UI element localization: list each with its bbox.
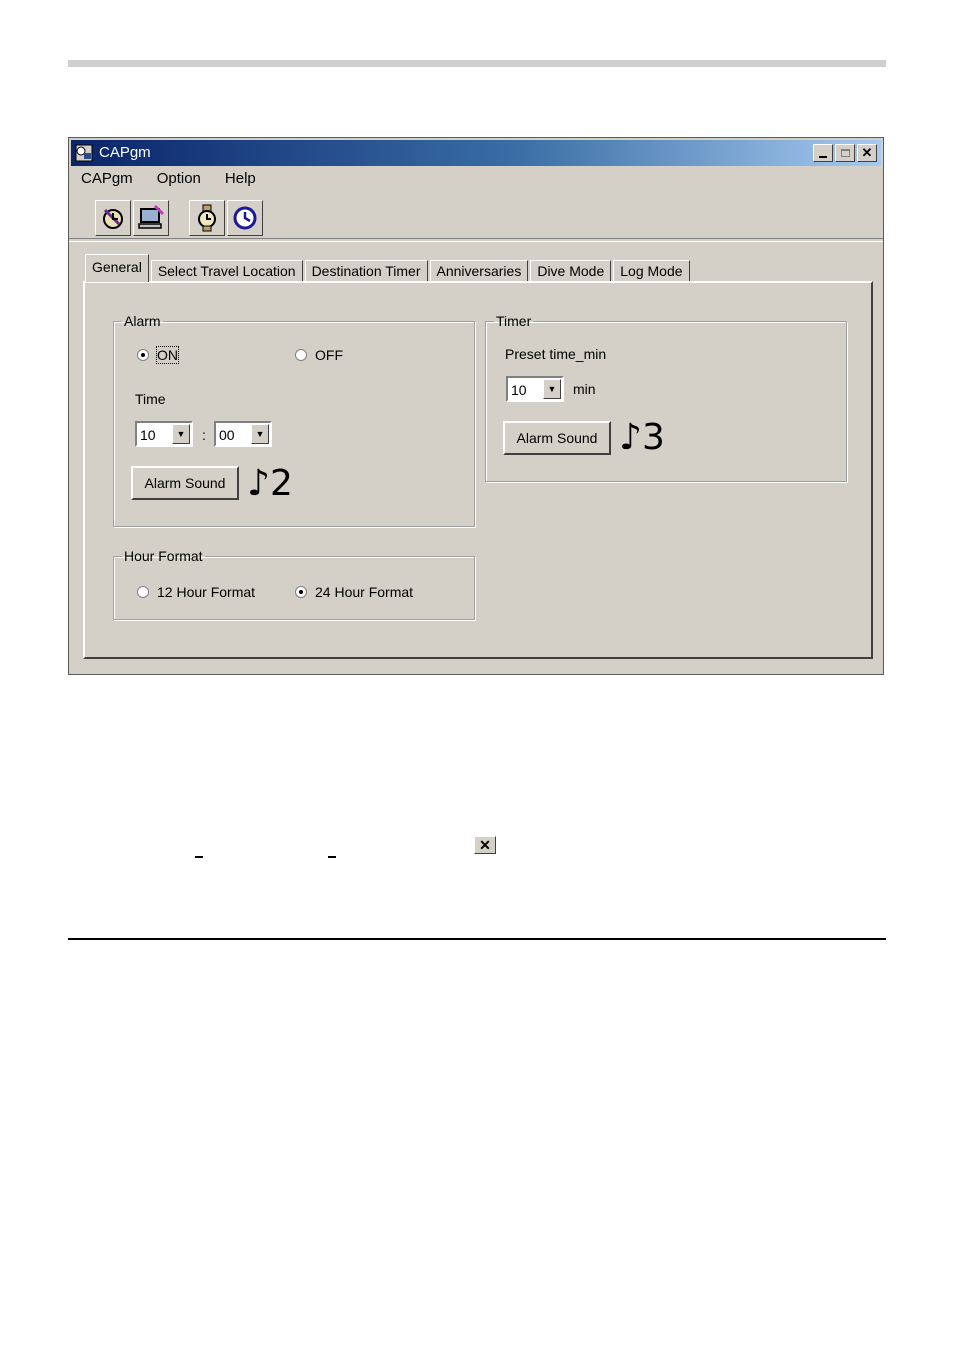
radio-selected-icon: [295, 586, 307, 598]
title-bar[interactable]: CAPgm ✕: [71, 140, 881, 166]
hour-format-12-label: 12 Hour Format: [157, 584, 256, 600]
tab-destination-timer[interactable]: Destination Timer: [304, 260, 428, 282]
close-icon: ✕: [861, 145, 873, 160]
time-label: Time: [135, 391, 166, 407]
alarm-on-radio[interactable]: ON: [137, 346, 179, 364]
radio-unselected-icon: [137, 586, 149, 598]
tab-log-mode[interactable]: Log Mode: [613, 260, 690, 282]
alarm-off-label: OFF: [315, 347, 343, 363]
alarm-on-label: ON: [156, 346, 179, 364]
alarm-hour-select[interactable]: 10 ▼: [135, 421, 193, 447]
app-icon: [75, 144, 93, 162]
maximize-button[interactable]: [835, 144, 855, 162]
alarm-off-radio[interactable]: OFF: [295, 347, 343, 363]
radio-selected-icon: [137, 349, 149, 361]
toolbar: [95, 200, 315, 238]
alarm-sound-button[interactable]: Alarm Sound: [131, 466, 239, 500]
menu-capgm[interactable]: CAPgm: [79, 168, 135, 189]
alarm-legend: Alarm: [124, 313, 161, 329]
bottom-rule: [68, 938, 886, 940]
clock-button[interactable]: [227, 200, 263, 236]
timer-unit-label: min: [573, 381, 596, 397]
minimize-icon: [819, 156, 827, 158]
hour-format-legend: Hour Format: [124, 548, 203, 564]
time-separator: :: [202, 427, 206, 443]
upload-to-watch-button[interactable]: [95, 200, 131, 236]
close-button[interactable]: ✕: [857, 144, 877, 162]
minimize-sample-icon: [195, 856, 203, 858]
alarm-minute-select[interactable]: 00 ▼: [214, 421, 272, 447]
tab-select-travel-location[interactable]: Select Travel Location: [150, 260, 303, 282]
hour-format-12-radio[interactable]: 12 Hour Format: [137, 584, 255, 600]
timer-legend: Timer: [496, 313, 532, 329]
chevron-down-icon[interactable]: ▼: [251, 424, 269, 444]
alarm-hour-value: 10: [140, 427, 156, 443]
tab-anniversaries[interactable]: Anniversaries: [429, 260, 529, 282]
window-title: CAPgm: [99, 144, 151, 161]
watch-settings-icon: [198, 204, 216, 232]
chevron-down-icon[interactable]: ▼: [172, 424, 190, 444]
tab-strip: General Select Travel Location Destinati…: [85, 254, 692, 282]
clock-icon: [233, 206, 257, 230]
hour-format-24-radio[interactable]: 24 Hour Format: [295, 584, 413, 600]
tab-dive-mode[interactable]: Dive Mode: [530, 260, 612, 282]
maximize-icon: [840, 149, 850, 157]
close-sample-icon: ✕: [474, 836, 496, 854]
watch-settings-button[interactable]: [189, 200, 225, 236]
timer-alarm-sound-button[interactable]: Alarm Sound: [503, 421, 611, 455]
download-from-watch-button[interactable]: [133, 200, 169, 236]
timer-preset-value: 10: [511, 382, 527, 398]
timer-sound-note: ♪3: [619, 417, 665, 458]
alarm-sound-note: ♪2: [247, 463, 293, 504]
computer-download-icon: [138, 204, 165, 229]
hour-format-24-label: 24 Hour Format: [315, 584, 414, 600]
menu-help[interactable]: Help: [223, 168, 258, 189]
general-tab-panel: Alarm ON OFF Time 10 ▼ : 00 ▼ Alarm Soun…: [83, 281, 873, 659]
minimize-button[interactable]: [813, 144, 833, 162]
minimize-sample-icon: [328, 856, 336, 858]
app-window: CAPgm ✕ CAPgm Option Help General Select…: [68, 137, 884, 675]
watch-upload-icon: [103, 208, 123, 229]
preset-time-label: Preset time_min: [505, 346, 607, 362]
timer-preset-select[interactable]: 10 ▼: [506, 376, 564, 402]
menu-bar: CAPgm Option Help: [79, 168, 258, 189]
tab-general[interactable]: General: [85, 254, 149, 282]
menu-option[interactable]: Option: [155, 168, 203, 189]
toolbar-separator: [69, 238, 883, 242]
chevron-down-icon[interactable]: ▼: [543, 379, 561, 399]
alarm-minute-value: 00: [219, 427, 235, 443]
radio-unselected-icon: [295, 349, 307, 361]
top-rule: [68, 60, 886, 67]
